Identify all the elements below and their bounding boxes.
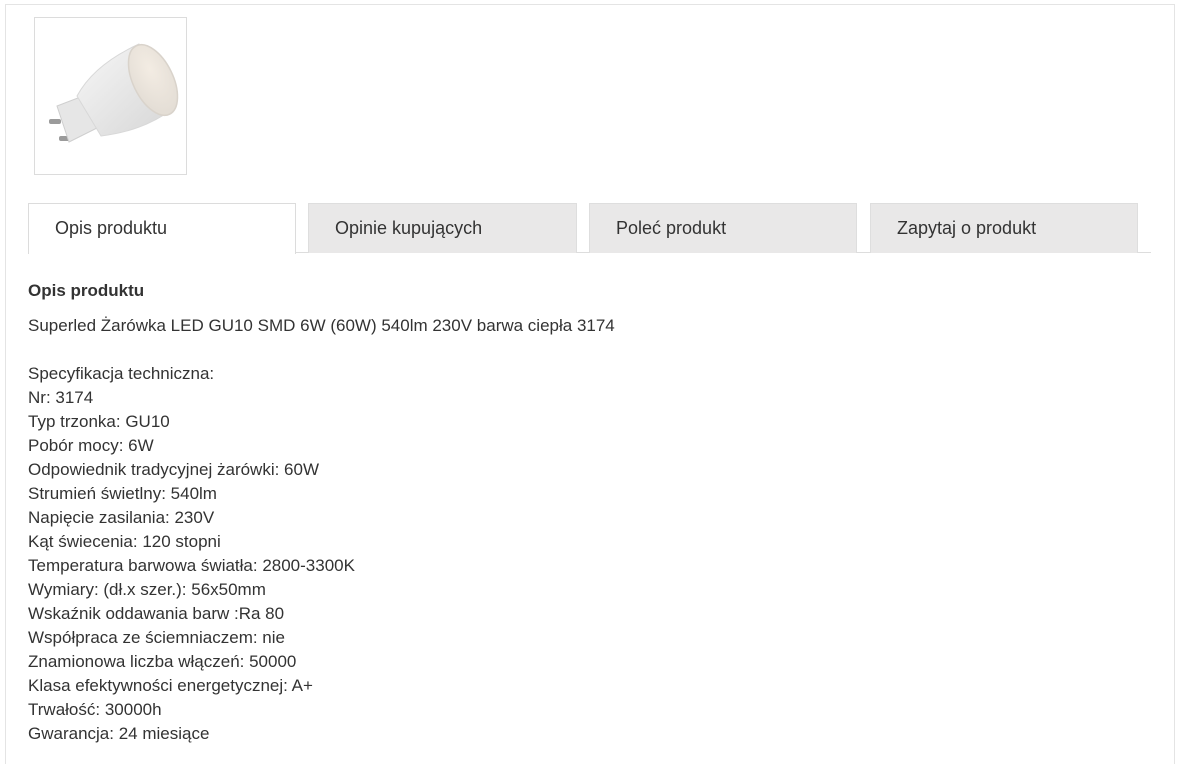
product-thumbnail[interactable]	[34, 17, 187, 175]
description-heading: Opis produktu	[28, 281, 145, 300]
spec-line: Nr: 3174	[28, 388, 94, 407]
tab-zapytaj-o-produkt[interactable]: Zapytaj o produkt	[870, 203, 1138, 253]
product-description: Opis produktu Superled Żarówka LED GU10 …	[28, 279, 1148, 746]
spec-line: Współpraca ze ściemniaczem: nie	[28, 628, 285, 647]
description-intro: Superled Żarówka LED GU10 SMD 6W (60W) 5…	[28, 316, 615, 335]
spec-line: Gwarancja: 24 miesiące	[28, 724, 210, 743]
led-bulb-image	[49, 43, 179, 143]
spec-line: Trwałość: 30000h	[28, 700, 162, 719]
spec-line: Strumień świetlny: 540lm	[28, 484, 217, 503]
tab-opinie-kupujacych[interactable]: Opinie kupujących	[308, 203, 577, 253]
spec-line: Pobór mocy: 6W	[28, 436, 154, 455]
spec-line: Temperatura barwowa światła: 2800-3300K	[28, 556, 355, 575]
spec-line: Wskaźnik oddawania barw :Ra 80	[28, 604, 285, 623]
product-tabs: Opis produktu Opinie kupujących Poleć pr…	[28, 203, 1151, 254]
spec-line: Kąt świecenia: 120 stopni	[28, 532, 221, 551]
spec-line: Odpowiednik tradycyjnej żarówki: 60W	[28, 460, 320, 479]
spec-line: Znamionowa liczba włączeń: 50000	[28, 652, 297, 671]
spec-line: Typ trzonka: GU10	[28, 412, 170, 431]
spec-line: Wymiary: (dł.x szer.): 56x50mm	[28, 580, 266, 599]
tab-opis-produktu[interactable]: Opis produktu	[28, 203, 296, 254]
spec-line: Klasa efektywności energetycznej: A+	[28, 676, 313, 695]
tab-polec-produkt[interactable]: Poleć produkt	[589, 203, 857, 253]
spec-line: Napięcie zasilania: 230V	[28, 508, 215, 527]
spec-title: Specyfikacja techniczna:	[28, 364, 215, 383]
